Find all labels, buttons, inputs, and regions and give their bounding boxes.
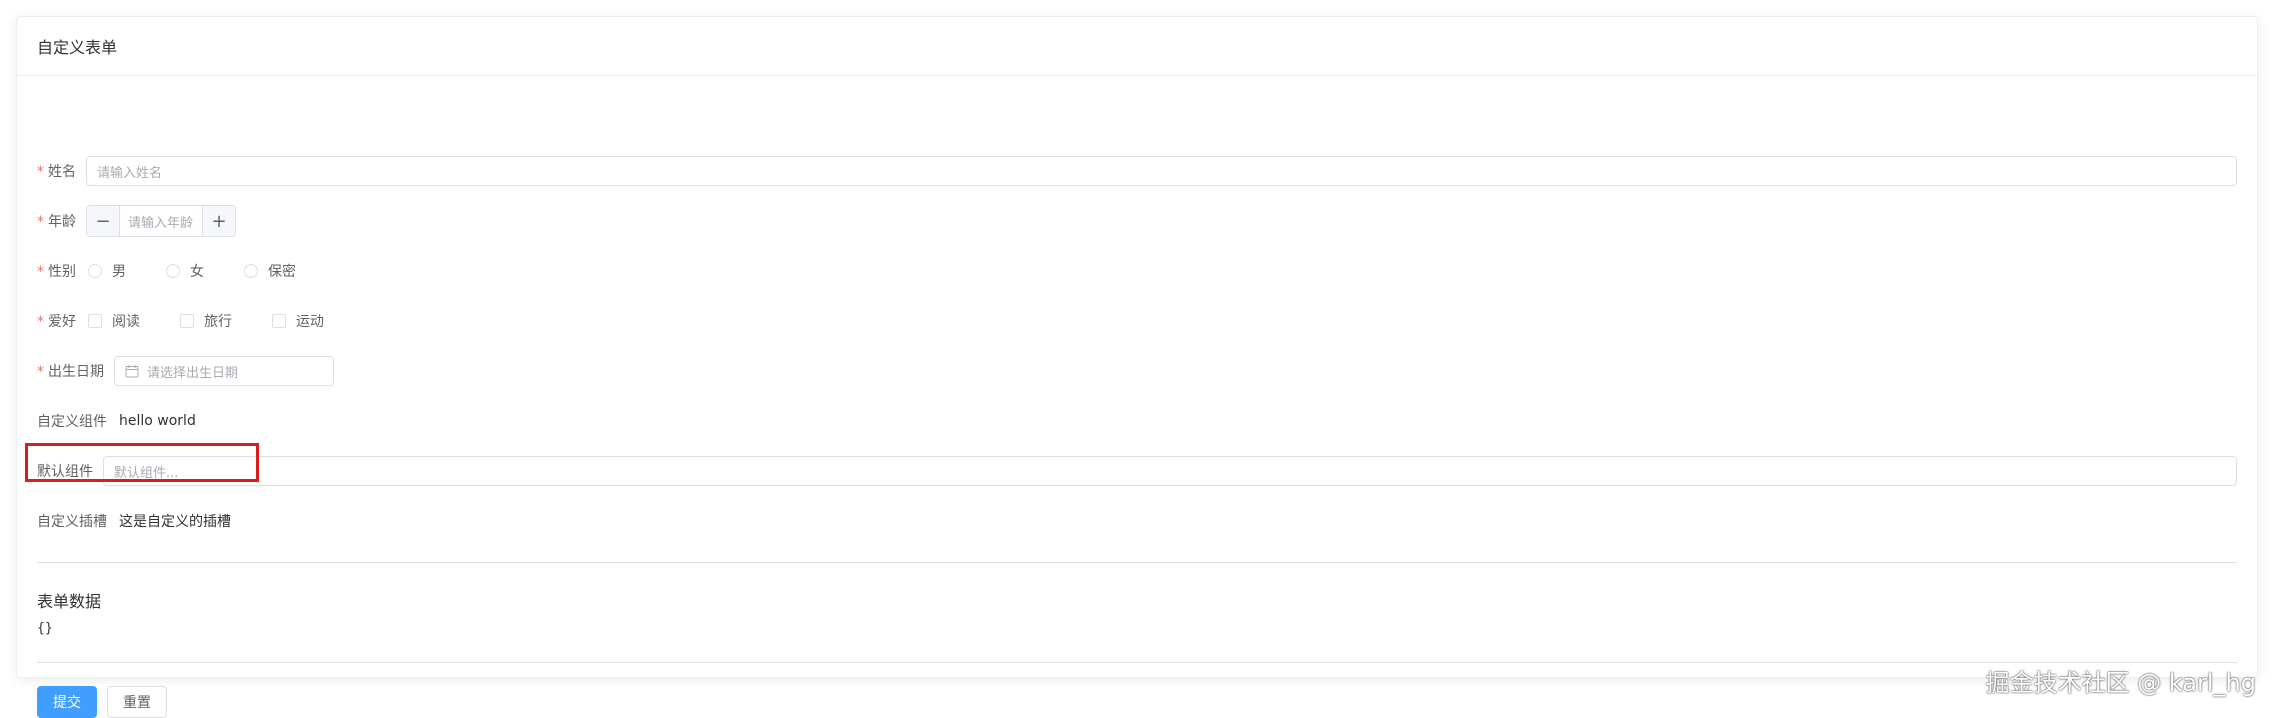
watermark: 掘金技术社区 @ karl_hg bbox=[1985, 669, 2256, 697]
divider-bottom bbox=[37, 662, 2237, 663]
form-item-default-component: 默认组件 默认组件... bbox=[37, 454, 2237, 488]
radio-circle[interactable] bbox=[166, 264, 180, 278]
divider-top bbox=[37, 562, 2237, 563]
radio-circle[interactable] bbox=[244, 264, 258, 278]
reset-button[interactable]: 重置 bbox=[107, 686, 167, 718]
custom-component-label: 自定义组件 bbox=[37, 414, 107, 430]
age-label: * 年龄 bbox=[37, 214, 76, 230]
radio-female[interactable]: 女 bbox=[166, 261, 204, 281]
checkbox-travel[interactable]: 旅行 bbox=[180, 311, 232, 331]
checkbox-box[interactable] bbox=[88, 314, 102, 328]
checkbox-reading[interactable]: 阅读 bbox=[88, 311, 140, 331]
radio-male[interactable]: 男 bbox=[88, 261, 126, 281]
form-item-hobby: * 爱好 阅读 旅行 运动 bbox=[37, 304, 2237, 338]
submit-button[interactable]: 提交 bbox=[37, 686, 97, 718]
form-data-title: 表单数据 bbox=[37, 592, 102, 611]
radio-circle[interactable] bbox=[88, 264, 102, 278]
checkbox-box[interactable] bbox=[272, 314, 286, 328]
gender-label: * 性别 bbox=[37, 264, 76, 280]
checkbox-sports[interactable]: 运动 bbox=[272, 311, 324, 331]
age-input[interactable]: 请输入年龄 bbox=[120, 206, 202, 236]
increase-button[interactable]: + bbox=[202, 206, 235, 236]
form-card: 自定义表单 * 姓名 请输入姓名 * 年龄 − 请输入年龄 + * 性别 男 女 保密 bbox=[16, 16, 2258, 718]
custom-slot-value: 这是自定义的插槽 bbox=[119, 514, 231, 530]
card-title: 自定义表单 bbox=[37, 38, 118, 57]
name-placeholder: 请输入姓名 bbox=[97, 165, 163, 181]
birthday-date-picker[interactable]: 请选择出生日期 bbox=[114, 356, 334, 386]
form-item-birthday: * 出生日期 请选择出生日期 bbox=[37, 354, 2237, 388]
form-item-age: * 年龄 − 请输入年龄 + bbox=[37, 204, 2237, 238]
birthday-placeholder: 请选择出生日期 bbox=[147, 365, 239, 381]
custom-slot-highlight-box bbox=[25, 443, 259, 482]
age-placeholder: 请输入年龄 bbox=[128, 215, 194, 231]
card-header: 自定义表单 bbox=[17, 17, 2257, 76]
hobby-label: * 爱好 bbox=[37, 314, 76, 330]
form-item-name: * 姓名 请输入姓名 bbox=[37, 154, 2237, 188]
radio-secret[interactable]: 保密 bbox=[244, 261, 296, 281]
checkbox-box[interactable] bbox=[180, 314, 194, 328]
birthday-label: * 出生日期 bbox=[37, 364, 104, 380]
calendar-icon bbox=[125, 365, 139, 378]
age-stepper[interactable]: − 请输入年龄 + bbox=[86, 205, 236, 237]
form-item-custom-slot: 自定义插槽 这是自定义的插槽 bbox=[37, 504, 2237, 538]
form-item-gender: * 性别 男 女 保密 bbox=[37, 254, 2237, 288]
name-input[interactable]: 请输入姓名 bbox=[86, 156, 2237, 186]
decrease-button[interactable]: − bbox=[87, 206, 120, 236]
custom-component-value: hello world bbox=[119, 413, 196, 429]
default-component-input[interactable]: 默认组件... bbox=[103, 456, 2237, 486]
form-item-custom-component: 自定义组件 hello world bbox=[37, 404, 2237, 438]
custom-slot-label: 自定义插槽 bbox=[37, 514, 107, 530]
name-label: * 姓名 bbox=[37, 164, 76, 180]
form-data-output: {} bbox=[37, 621, 53, 636]
